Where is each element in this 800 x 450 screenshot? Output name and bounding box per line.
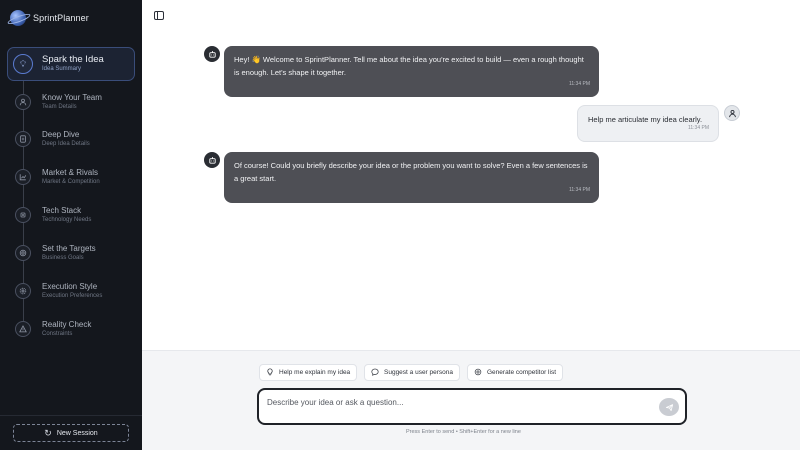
new-session-label: New Session <box>56 429 98 437</box>
document-icon <box>15 131 31 147</box>
cpu-icon <box>15 207 31 223</box>
message-time: 11:34 PM <box>568 187 590 193</box>
lightbulb-icon <box>266 367 274 378</box>
new-session-button[interactable]: ↻ New Session <box>13 424 129 442</box>
message-text: Help me articulate my idea clearly. <box>588 115 703 124</box>
step-market-and-rivals[interactable]: Market & Rivals Market & Competition <box>7 160 135 194</box>
step-title: Execution Style <box>42 282 98 291</box>
step-tech-stack[interactable]: Tech Stack Technology Needs <box>7 198 135 232</box>
suggestion-chip[interactable]: Suggest a user persona <box>364 364 461 381</box>
step-title: Reality Check <box>42 320 92 329</box>
suggestion-chip[interactable]: Help me explain my idea <box>259 364 358 381</box>
step-execution-style[interactable]: Execution Style Execution Preferences <box>7 274 135 308</box>
user-avatar-icon <box>724 105 740 121</box>
suggestion-chip[interactable]: Generate competitor list <box>467 364 564 381</box>
brand[interactable]: SprintPlanner <box>10 9 89 27</box>
message-time: 11:34 PM <box>687 125 709 131</box>
warning-icon <box>15 321 31 337</box>
step-title: Set the Targets <box>42 244 96 253</box>
message-time: 11:34 PM <box>568 81 590 87</box>
lightbulb-icon: 💡︎ <box>13 54 33 74</box>
step-set-the-targets[interactable]: Set the Targets Business Goals <box>7 236 135 270</box>
step-title: Spark the Idea <box>42 54 104 65</box>
step-subtitle: Constraints <box>42 331 73 337</box>
send-icon <box>665 403 673 411</box>
step-title: Know Your Team <box>42 93 102 102</box>
step-subtitle: Business Goals <box>42 255 84 261</box>
send-button[interactable] <box>659 398 679 416</box>
user-message: Help me articulate my idea clearly. 11:3… <box>577 105 719 142</box>
target-icon <box>15 245 31 261</box>
bot-avatar-icon <box>204 152 220 168</box>
step-title: Market & Rivals <box>42 168 99 177</box>
step-know-your-team[interactable]: Know Your Team Team Details <box>7 85 135 119</box>
message-input[interactable] <box>267 398 647 407</box>
step-reality-check[interactable]: Reality Check Constraints <box>7 312 135 346</box>
sidebar-toggle-icon[interactable] <box>154 11 164 20</box>
step-title: Tech Stack <box>42 206 82 215</box>
bot-message: Of course! Could you briefly describe yo… <box>224 152 599 203</box>
suggestion-label: Suggest a user persona <box>384 369 454 376</box>
app-name: SprintPlanner <box>33 13 89 23</box>
suggestion-label: Generate competitor list <box>487 369 557 376</box>
person-icon <box>15 94 31 110</box>
step-subtitle: Market & Competition <box>42 179 100 185</box>
sidebar-divider <box>0 415 142 416</box>
step-spark-the-idea[interactable]: 💡︎ Spark the Idea Idea Summary <box>7 47 135 81</box>
bot-avatar-icon <box>204 46 220 62</box>
step-title: Deep Dive <box>42 130 80 139</box>
step-subtitle: Execution Preferences <box>42 293 103 299</box>
bot-message: Hey! 👋 Welcome to SprintPlanner. Tell me… <box>224 46 599 97</box>
message-input-box[interactable] <box>257 388 687 425</box>
step-subtitle: Idea Summary <box>42 66 82 72</box>
refresh-icon: ↻ <box>44 427 52 438</box>
gear-icon <box>15 283 31 299</box>
message-text: Hey! 👋 Welcome to SprintPlanner. Tell me… <box>234 55 584 77</box>
composer-hint: Press Enter to send • Shift+Enter for a … <box>406 429 521 435</box>
planet-logo-icon <box>10 10 26 26</box>
target-icon <box>474 368 482 378</box>
step-subtitle: Team Details <box>42 104 77 110</box>
chart-icon <box>15 169 31 185</box>
step-subtitle: Technology Needs <box>42 217 92 223</box>
suggestion-label: Help me explain my idea <box>279 369 351 376</box>
chat-bubble-icon <box>371 368 379 378</box>
step-deep-dive[interactable]: Deep Dive Deep Idea Details <box>7 122 135 156</box>
message-text: Of course! Could you briefly describe yo… <box>234 161 588 183</box>
sidebar: SprintPlanner 💡︎ Spark the Idea Idea Sum… <box>0 0 142 450</box>
step-subtitle: Deep Idea Details <box>42 141 90 147</box>
